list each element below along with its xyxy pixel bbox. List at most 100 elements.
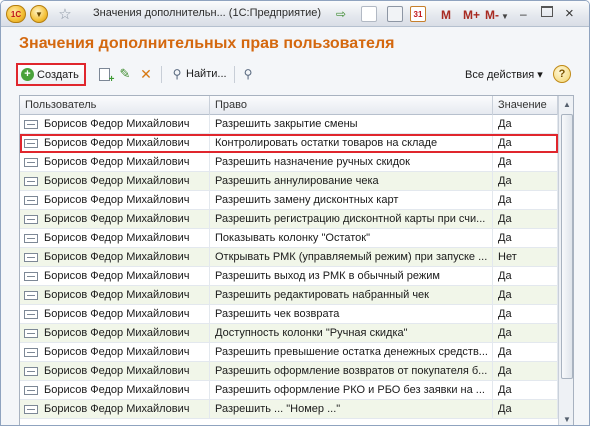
column-header-user[interactable]: Пользователь (20, 96, 210, 115)
cell-user-text: Борисов Федор Михайлович (44, 213, 190, 225)
close-button[interactable]: × (565, 4, 574, 22)
table-row[interactable]: Борисов Федор Михайлович Разрешить ... "Н… (20, 400, 558, 419)
scrollbar-thumb[interactable] (561, 114, 573, 379)
page-icon[interactable] (361, 6, 377, 22)
table-row[interactable]: Борисов Федор Михайлович Разрешить выход … (20, 267, 558, 286)
record-icon (24, 290, 38, 300)
table-row[interactable]: Борисов Федор Михайлович Разрешить редакт… (20, 286, 558, 305)
cancel-search-icon[interactable]: ⚲ (240, 66, 256, 82)
cell-value: Да (493, 381, 558, 399)
cell-user-text: Борисов Федор Михайлович (44, 327, 190, 339)
cell-value: Да (493, 191, 558, 209)
record-icon (24, 214, 38, 224)
calendar-icon[interactable]: 31 (410, 6, 426, 22)
record-icon (24, 347, 38, 357)
memory-m-button[interactable]: M (441, 6, 451, 24)
cell-user-text: Борисов Федор Михайлович (44, 232, 190, 244)
toolbar-separator (234, 66, 235, 83)
record-icon (24, 233, 38, 243)
cell-user-text: Борисов Федор Михайлович (44, 156, 190, 168)
cell-right: Разрешить редактировать набранный чек (210, 286, 493, 304)
cell-user-text: Борисов Федор Михайлович (44, 403, 190, 415)
table-row[interactable]: Борисов Федор Михайлович Разрешить регист… (20, 210, 558, 229)
cell-user: Борисов Федор Михайлович (20, 210, 210, 228)
cell-right: Показывать колонку "Остаток" (210, 229, 493, 247)
scroll-down-icon[interactable]: ▼ (560, 412, 573, 425)
cell-right: Разрешить назначение ручных скидок (210, 153, 493, 171)
record-icon (24, 195, 38, 205)
help-button[interactable]: ? (553, 65, 571, 83)
cell-value: Да (493, 172, 558, 190)
maximize-button[interactable] (541, 6, 553, 17)
calculator-icon[interactable] (387, 6, 403, 22)
goto-link-icon[interactable]: ⇨ (336, 5, 346, 23)
table-body: Борисов Федор Михайлович Разрешить закрыт… (20, 115, 558, 419)
page-title: Значения дополнительных прав пользовател… (19, 35, 395, 52)
minimize-button[interactable]: – (520, 5, 527, 23)
cell-value: Нет (493, 248, 558, 266)
cell-right: Разрешить замену дисконтных карт (210, 191, 493, 209)
table-row[interactable]: Борисов Федор Михайлович Разрешить назнач… (20, 153, 558, 172)
column-header-right[interactable]: Право (210, 96, 493, 115)
cell-user: Борисов Федор Михайлович (20, 172, 210, 190)
table-row[interactable]: Борисов Федор Михайлович Открывать РМК (у… (20, 248, 558, 267)
memory-minus-button[interactable]: M- (485, 6, 499, 24)
record-icon (24, 309, 38, 319)
cell-user: Борисов Федор Михайлович (20, 381, 210, 399)
table-row[interactable]: Борисов Федор Михайлович Разрешить аннули… (20, 172, 558, 191)
cell-user: Борисов Федор Михайлович (20, 229, 210, 247)
record-icon (24, 328, 38, 338)
table-row[interactable]: Борисов Федор Михайлович Разрешить закрыт… (20, 115, 558, 134)
cell-user-text: Борисов Федор Михайлович (44, 118, 190, 130)
main-menu-button[interactable]: ▼ (30, 5, 48, 23)
table-row[interactable]: Борисов Федор Михайлович Разрешить чек во… (20, 305, 558, 324)
cell-user-text: Борисов Федор Михайлович (44, 175, 190, 187)
favorite-star-icon[interactable]: ☆ (56, 5, 74, 23)
cell-user-text: Борисов Федор Михайлович (44, 384, 190, 396)
cell-right: Разрешить оформление РКО и РБО без заявк… (210, 381, 493, 399)
find-button-label[interactable]: Найти... (186, 68, 227, 80)
cell-user-text: Борисов Федор Михайлович (44, 194, 190, 206)
cell-user: Борисов Федор Михайлович (20, 400, 210, 418)
cell-right: Контролировать остатки товаров на складе (210, 134, 493, 152)
table-row[interactable]: Борисов Федор Михайлович Контролировать о… (20, 134, 558, 153)
vertical-scrollbar[interactable]: ▲ ▼ (558, 96, 573, 425)
cell-user: Борисов Федор Михайлович (20, 248, 210, 266)
find-magnifier-icon[interactable]: ⚲ (169, 66, 185, 82)
cell-value: Да (493, 134, 558, 152)
plus-icon: + (21, 68, 34, 81)
table-row[interactable]: Борисов Федор Михайлович Разрешить замену… (20, 191, 558, 210)
cell-user: Борисов Федор Михайлович (20, 267, 210, 285)
app-logo-icon[interactable]: 1С (6, 5, 26, 23)
table-row[interactable]: Борисов Федор Михайлович Доступность коло… (20, 324, 558, 343)
cell-value: Да (493, 305, 558, 323)
cell-value: Да (493, 324, 558, 342)
cell-value: Да (493, 153, 558, 171)
cell-right: Разрешить оформление возвратов от покупа… (210, 362, 493, 380)
record-icon (24, 157, 38, 167)
record-icon (24, 138, 38, 148)
edit-pencil-icon[interactable]: ✎ (117, 66, 133, 82)
cell-right: Разрешить превышение остатка денежных ср… (210, 343, 493, 361)
cell-right: Разрешить аннулирование чека (210, 172, 493, 190)
dropdown-arrow-icon[interactable]: ▼ (501, 7, 509, 25)
cell-user: Борисов Федор Михайлович (20, 153, 210, 171)
cell-value: Да (493, 343, 558, 361)
table-row[interactable]: Борисов Федор Михайлович Разрешить превыш… (20, 343, 558, 362)
toolbar-separator (161, 66, 162, 83)
cell-user-text: Борисов Федор Михайлович (44, 289, 190, 301)
table-row[interactable]: Борисов Федор Михайлович Показывать колон… (20, 229, 558, 248)
cell-value: Да (493, 115, 558, 133)
scroll-up-icon[interactable]: ▲ (560, 97, 573, 112)
copy-icon[interactable] (96, 66, 115, 85)
create-button[interactable]: + Создать (16, 63, 86, 86)
cell-user: Борисов Федор Михайлович (20, 286, 210, 304)
table-row[interactable]: Борисов Федор Михайлович Разрешить оформл… (20, 362, 558, 381)
table-row[interactable]: Борисов Федор Михайлович Разрешить оформл… (20, 381, 558, 400)
cell-right: Разрешить ... "Номер ..." (210, 400, 493, 418)
memory-plus-button[interactable]: M+ (463, 6, 480, 24)
window-title: Значения дополнительн... (1С:Предприятие… (93, 7, 322, 19)
all-actions-menu[interactable]: Все действия ▾ (465, 68, 543, 81)
column-header-value[interactable]: Значение (493, 96, 558, 115)
delete-icon[interactable]: ✕ (138, 66, 154, 82)
